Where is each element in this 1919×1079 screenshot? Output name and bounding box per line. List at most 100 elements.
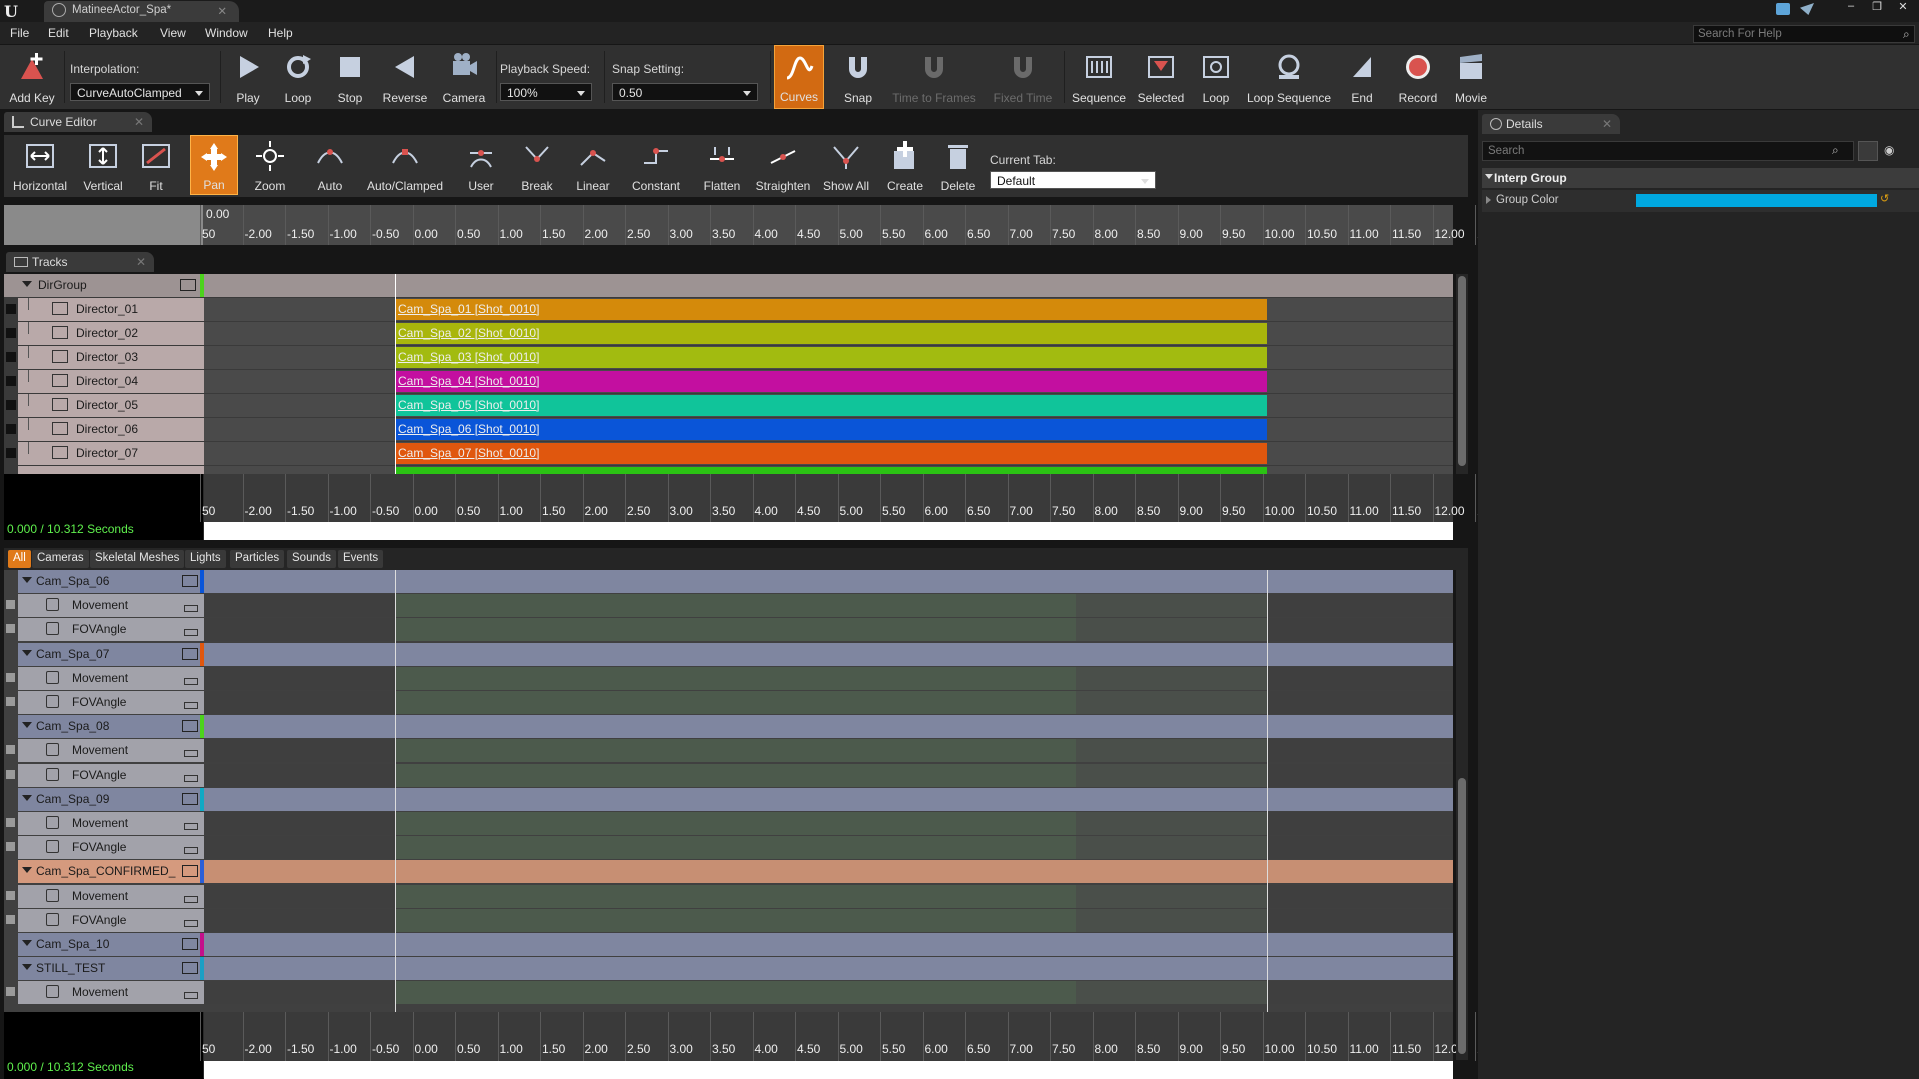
expand-arrow-icon[interactable] [1486, 196, 1491, 204]
track-enable-checkbox[interactable] [6, 328, 16, 338]
property-track-row[interactable]: Movement [4, 594, 1453, 618]
property-track-row[interactable]: FOVAngle [4, 618, 1453, 642]
expand-arrow-icon[interactable] [22, 940, 32, 946]
close-tab-icon[interactable]: ✕ [136, 255, 146, 269]
curve-toggle-icon[interactable] [184, 702, 198, 709]
director-track-name[interactable]: Director_04 [18, 370, 204, 393]
close-tab-icon[interactable]: ✕ [1602, 117, 1612, 131]
user-tangent-button[interactable]: User [456, 135, 506, 195]
curve-toggle-icon[interactable] [184, 992, 198, 1000]
constant-tangent-button[interactable]: Constant [624, 135, 688, 195]
curve-toggle-icon[interactable] [184, 919, 198, 927]
playback-speed-select[interactable]: 100% [500, 83, 592, 101]
document-tab[interactable]: MatineeActor_Spa* ✕ [44, 1, 239, 22]
camera-group-row[interactable]: Cam_Spa_07 [4, 642, 1453, 667]
property-track-row[interactable]: Movement [4, 739, 1453, 763]
break-tangent-button[interactable]: Break [512, 135, 562, 195]
track-checkbox[interactable] [6, 672, 15, 682]
director-track-name[interactable]: Director_03 [18, 346, 204, 369]
filter-all[interactable]: All [8, 550, 31, 568]
time-to-frames-toggle[interactable]: Time to Frames [886, 45, 982, 109]
scroll-thumb[interactable] [1458, 276, 1466, 466]
camera-tracks-scrollbar[interactable] [1456, 570, 1468, 1060]
reset-to-default-icon[interactable]: ↺ [1880, 192, 1889, 205]
fixed-time-toggle[interactable]: Fixed Time [988, 45, 1058, 109]
director-timeline[interactable]: 50 -2.00 -1.50 -1.00 -0.50 0.00 0.50 1.00 1.50 2.… [4, 474, 1484, 540]
property-track-row[interactable]: Movement [4, 981, 1453, 1005]
tracks-timeline[interactable]: 50 -2.00 -1.50 -1.00 -0.50 0.00 0.50 1.00 1.50 2.… [4, 1012, 1484, 1079]
director-track-name[interactable]: Director_06 [18, 418, 204, 441]
track-checkbox[interactable] [6, 697, 15, 706]
property-track-row[interactable]: FOVAngle [4, 836, 1453, 860]
track-checkbox[interactable] [6, 914, 15, 924]
director-track-name[interactable]: Director_07 [18, 442, 204, 465]
interp-group-category[interactable]: Interp Group [1482, 168, 1919, 188]
filter-events[interactable]: Events [338, 550, 384, 568]
filter-lights[interactable]: Lights [185, 550, 226, 568]
play-button[interactable]: Play [224, 45, 272, 109]
track-name[interactable]: Cam_Spa_09 [18, 787, 204, 811]
playhead-line[interactable] [395, 570, 396, 1012]
camera-button[interactable]: Camera [436, 45, 492, 109]
property-track-row[interactable]: Movement [4, 812, 1453, 836]
folder-icon[interactable] [180, 279, 196, 291]
camera-group-row[interactable]: Cam_Spa_06 [4, 570, 1453, 594]
loop-button[interactable]: Loop [274, 45, 322, 109]
track-checkbox[interactable] [6, 745, 15, 755]
curve-toggle-icon[interactable] [184, 823, 198, 830]
reverse-button[interactable]: Reverse [378, 45, 432, 109]
expand-arrow-icon[interactable] [22, 867, 32, 874]
playhead-line[interactable] [395, 274, 396, 474]
curve-toggle-icon[interactable] [184, 774, 198, 782]
shot-bar[interactable]: Cam_Spa_05 [Shot_0010] [395, 395, 1267, 416]
dir-group-row[interactable]: DirGroup [4, 274, 1453, 298]
track-name[interactable]: FOVAngle [18, 908, 204, 932]
fit-vertical-button[interactable]: Vertical [76, 135, 130, 195]
director-track-name[interactable]: Director_01 [18, 298, 204, 321]
sequence-button[interactable]: Sequence [1068, 45, 1130, 109]
director-track-row[interactable]: Director_02 Cam_Spa_02 [Shot_0010] [4, 322, 1453, 346]
shot-bar[interactable]: Cam_Spa_02 [Shot_0010] [395, 323, 1267, 344]
fit-button[interactable]: Fit [134, 135, 178, 195]
director-track-row[interactable]: Director_04 Cam_Spa_04 [Shot_0010] [4, 370, 1453, 394]
property-matrix-icon[interactable] [1858, 141, 1878, 161]
director-track-row[interactable]: Director_07 Cam_Spa_07 [Shot_0010] [4, 442, 1453, 466]
snap-setting-select[interactable]: 0.50 [612, 83, 758, 101]
property-track-row[interactable]: FOVAngle [4, 908, 1453, 933]
director-track-name[interactable]: Director_05 [18, 394, 204, 417]
camera-group-row[interactable]: Cam_Spa_08 [4, 715, 1453, 739]
filter-particles[interactable]: Particles [230, 550, 285, 568]
curves-toggle[interactable]: Curves [774, 45, 824, 109]
selected-button[interactable]: Selected [1134, 45, 1188, 109]
folder-icon[interactable] [182, 575, 198, 587]
notification-icon[interactable] [1776, 3, 1790, 15]
property-track-row[interactable]: FOVAngle [4, 691, 1453, 715]
folder-icon[interactable] [182, 962, 198, 975]
track-enable-checkbox[interactable] [6, 400, 16, 410]
property-track-row[interactable]: Movement [4, 884, 1453, 909]
shot-bar[interactable]: Cam_Spa_06 [Shot_0010] [395, 419, 1267, 440]
track-enable-checkbox[interactable] [6, 352, 16, 362]
expand-arrow-icon[interactable] [22, 722, 32, 729]
track-name[interactable]: Movement [18, 666, 204, 690]
director-track-name[interactable]: Director_02 [18, 322, 204, 345]
folder-icon[interactable] [182, 647, 198, 660]
expand-arrow-icon[interactable] [22, 281, 32, 287]
camera-group-row[interactable]: Cam_Spa_10 [4, 933, 1453, 957]
curve-toggle-icon[interactable] [184, 750, 198, 758]
menu-view[interactable]: View [160, 26, 186, 40]
end-marker-line[interactable] [1267, 570, 1268, 1012]
end-button[interactable]: End [1338, 45, 1386, 109]
curve-toggle-icon[interactable] [184, 605, 198, 613]
tracks-scrollbar[interactable] [1456, 274, 1468, 474]
shot-bar[interactable]: Cam_Spa_03 [Shot_0010] [395, 347, 1267, 368]
curve-editor-ruler[interactable]: 0.00 50 -2.00 -1.50 -1.00 -0.50 0.00 0.50 1.00 1… [4, 205, 1484, 245]
interpolation-select[interactable]: CurveAutoClamped [70, 83, 210, 101]
add-key-button[interactable]: Add Key [4, 45, 60, 109]
track-name[interactable]: Movement [18, 884, 204, 908]
menu-help[interactable]: Help [268, 26, 293, 40]
pan-tool[interactable]: Pan [190, 135, 238, 195]
track-name[interactable]: Cam_Spa_10 [18, 933, 204, 956]
property-track-row[interactable]: Movement [4, 666, 1453, 691]
track-name[interactable]: FOVAngle [18, 763, 204, 787]
